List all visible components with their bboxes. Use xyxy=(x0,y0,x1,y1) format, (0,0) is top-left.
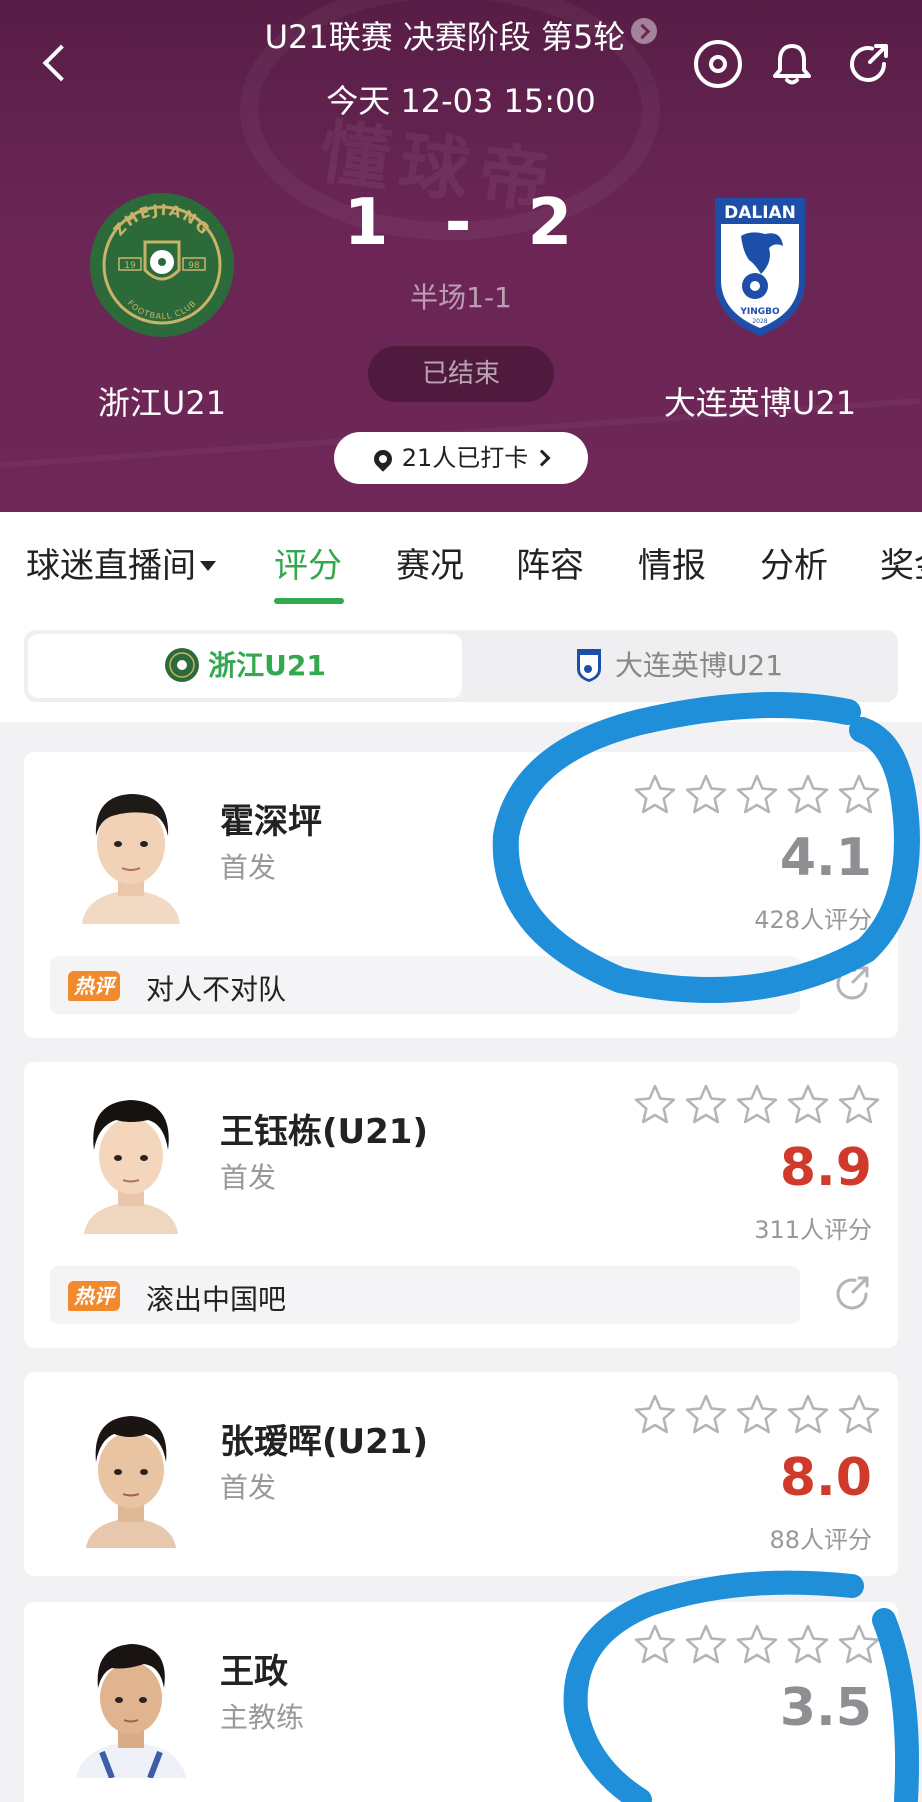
tab-live-events[interactable]: 赛况 xyxy=(396,538,464,587)
svg-text:DALIAN: DALIAN xyxy=(724,203,796,223)
tab-lineup-label: 阵容 xyxy=(516,546,584,586)
away-team-logo: DALIAN YINGBO 2028 xyxy=(685,190,835,340)
match-status-badge: 已结束 xyxy=(368,346,554,402)
player-role: 首发 xyxy=(220,851,277,884)
hot-comment[interactable]: 热评 滚出中国吧 xyxy=(50,1266,800,1324)
team-option-away[interactable]: 大连英博U21 xyxy=(460,634,894,698)
player-card[interactable]: 霍深坪 首发 4.1 428人评分 热评 对人不对队 xyxy=(24,752,898,1038)
tab-bonus-label: 奖金 xyxy=(880,546,922,586)
svg-text:YINGBO: YINGBO xyxy=(739,307,780,317)
tab-ratings[interactable]: 评分 xyxy=(274,538,342,587)
caret-down-icon xyxy=(200,561,216,571)
away-team-mini-logo xyxy=(576,649,601,682)
tab-analysis[interactable]: 分析 xyxy=(760,538,828,587)
team-option-home[interactable]: 浙江U21 xyxy=(28,634,462,698)
hot-comment-text: 滚出中国吧 xyxy=(146,1283,287,1316)
hot-comment-text: 对人不对队 xyxy=(146,973,287,1006)
tab-intel-label: 情报 xyxy=(638,546,706,586)
team-option-home-label: 浙江U21 xyxy=(208,649,326,682)
away-team[interactable]: DALIAN YINGBO 2028 大连英博U21 xyxy=(640,190,880,424)
home-score: 1 xyxy=(343,186,395,260)
svg-text:19: 19 xyxy=(124,261,136,271)
tab-fan-live[interactable]: 球迷直播间 xyxy=(26,538,216,587)
tab-lineup[interactable]: 阵容 xyxy=(516,538,584,587)
star-rating-input[interactable] xyxy=(632,1082,882,1128)
player-avatar xyxy=(72,1628,190,1780)
away-team-name: 大连英博U21 xyxy=(663,384,857,422)
hot-comment-badge: 热评 xyxy=(68,1281,120,1311)
match-header: 懂球帝 U21联赛 决赛阶段 第5轮 今天 12-03 15:00 ZHEJIA… xyxy=(0,0,922,512)
chevron-right-icon xyxy=(631,18,658,44)
star-rating-input[interactable] xyxy=(632,1392,882,1438)
player-avatar xyxy=(72,1084,190,1234)
share-icon[interactable] xyxy=(832,964,872,1004)
player-rating: 4.1 xyxy=(779,828,872,888)
player-name: 王政 xyxy=(220,1652,288,1692)
share-icon[interactable] xyxy=(832,1274,872,1314)
star-rating-input[interactable] xyxy=(632,772,882,818)
player-role: 主教练 xyxy=(220,1701,305,1734)
player-role: 首发 xyxy=(220,1161,277,1194)
tab-fan-live-label: 球迷直播间 xyxy=(26,546,196,586)
player-card[interactable]: 王钰栋(U21) 首发 8.9 311人评分 热评 滚出中国吧 xyxy=(24,1062,898,1348)
score-separator: - xyxy=(444,186,478,260)
tab-ratings-label: 评分 xyxy=(274,546,342,586)
hot-comment[interactable]: 热评 对人不对队 xyxy=(50,956,800,1014)
tab-intel[interactable]: 情报 xyxy=(638,538,706,587)
player-name: 张瑷晖(U21) xyxy=(220,1422,429,1462)
follow-icon[interactable] xyxy=(694,40,742,88)
team-switch: 浙江U21 大连英博U21 xyxy=(24,630,898,702)
player-name: 王钰栋(U21) xyxy=(220,1112,429,1152)
player-card[interactable]: 王政 主教练 3.5 xyxy=(24,1602,898,1802)
home-team-name: 浙江U21 xyxy=(97,384,227,422)
tab-bonus[interactable]: 奖金 xyxy=(880,538,922,587)
tab-analysis-label: 分析 xyxy=(760,546,828,586)
hot-comment-badge: 热评 xyxy=(68,971,120,1001)
rating-count: 311人评分 xyxy=(754,1216,872,1244)
tab-live-events-label: 赛况 xyxy=(396,546,464,586)
player-rating: 3.5 xyxy=(779,1678,872,1738)
svg-text:2028: 2028 xyxy=(752,318,767,325)
location-pin-icon xyxy=(369,446,396,472)
share-icon[interactable] xyxy=(844,40,892,88)
star-rating-input[interactable] xyxy=(632,1622,882,1668)
rating-count: 428人评分 xyxy=(754,906,872,934)
player-avatar xyxy=(72,1398,190,1548)
checkin-label: 21人已打卡 xyxy=(401,444,529,472)
player-rating: 8.9 xyxy=(779,1138,872,1198)
svg-text:98: 98 xyxy=(188,261,200,271)
checkin-button[interactable]: 21人已打卡 xyxy=(334,432,588,484)
player-avatar xyxy=(72,774,190,924)
match-tabs: 球迷直播间 评分 赛况 阵容 情报 分析 奖金 xyxy=(0,512,922,604)
player-name: 霍深坪 xyxy=(220,802,322,842)
player-rating: 8.0 xyxy=(779,1448,872,1508)
player-card[interactable]: 张瑷晖(U21) 首发 8.0 88人评分 xyxy=(24,1372,898,1576)
away-score: 2 xyxy=(527,186,579,260)
team-switch-area: 浙江U21 大连英博U21 xyxy=(0,604,922,722)
bell-icon[interactable] xyxy=(768,40,816,88)
chevron-right-icon xyxy=(533,449,551,467)
player-role: 首发 xyxy=(220,1471,277,1504)
league-round-text: U21联赛 决赛阶段 第5轮 xyxy=(264,18,626,56)
home-team-mini-logo xyxy=(165,648,200,682)
rating-count: 88人评分 xyxy=(769,1526,872,1554)
team-option-away-label: 大连英博U21 xyxy=(614,649,784,682)
